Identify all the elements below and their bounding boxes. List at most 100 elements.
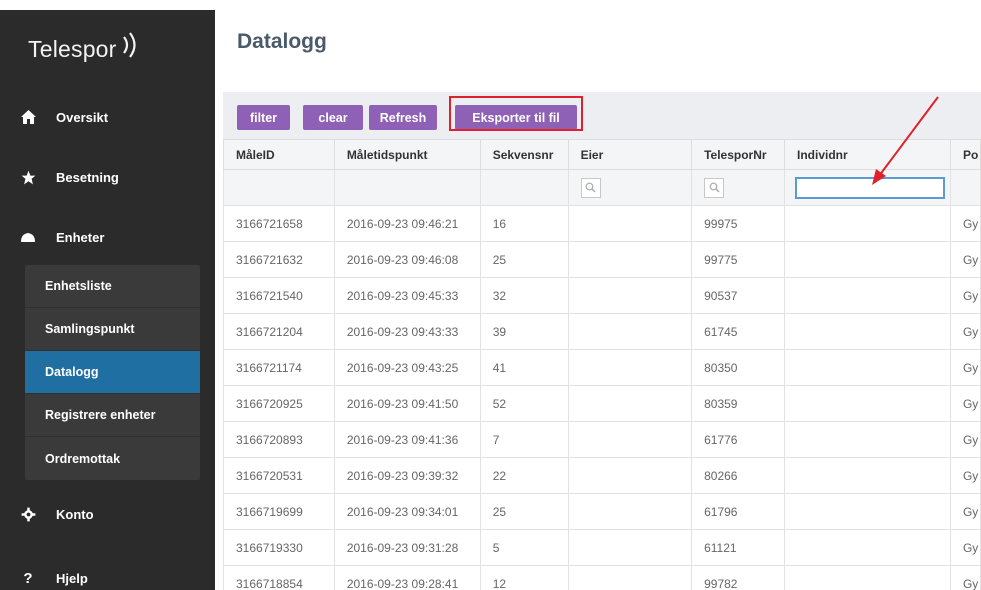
filter-row bbox=[223, 169, 981, 206]
cell-sekvensnr: 12 bbox=[479, 565, 569, 590]
cell-maleid: 3166721658 bbox=[223, 205, 335, 242]
cell-po: Gy bbox=[949, 421, 981, 458]
cell-eier bbox=[567, 349, 693, 386]
cell-eier bbox=[567, 565, 693, 590]
nav-item-hjelp[interactable]: ? Hjelp bbox=[0, 550, 215, 590]
table-row[interactable]: 3166718854 2016-09-23 09:28:41 12 99782 Gy bbox=[223, 565, 981, 590]
col-header-maletidspunkt[interactable]: Måletidspunkt bbox=[333, 139, 481, 170]
sub-item-samlingspunkt[interactable]: Samlingspunkt bbox=[25, 308, 200, 351]
nav-label-besetning: Besetning bbox=[56, 169, 119, 185]
cell-maleid: 3166721204 bbox=[223, 313, 335, 350]
col-header-maleid[interactable]: MåleID bbox=[223, 139, 335, 170]
nav-item-enheter[interactable]: Enheter bbox=[0, 209, 215, 265]
nav-item-besetning[interactable]: Besetning bbox=[0, 149, 215, 205]
table-row[interactable]: 3166721174 2016-09-23 09:43:25 41 80350 Gy bbox=[223, 349, 981, 386]
sub-item-datalogg[interactable]: Datalogg bbox=[25, 351, 200, 394]
table-row[interactable]: 3166721632 2016-09-23 09:46:08 25 99775 Gy bbox=[223, 241, 981, 278]
cell-telespornr: 90537 bbox=[691, 277, 785, 314]
table-row[interactable]: 3166719699 2016-09-23 09:34:01 25 61796 Gy bbox=[223, 493, 981, 530]
cell-sekvensnr: 7 bbox=[479, 421, 569, 458]
table-row[interactable]: 3166720531 2016-09-23 09:39:32 22 80266 Gy bbox=[223, 457, 981, 494]
cell-maletidspunkt: 2016-09-23 09:41:50 bbox=[333, 385, 481, 422]
cell-sekvensnr: 22 bbox=[479, 457, 569, 494]
sidebar: Telespor Oversikt Besetning Enheter Enhe… bbox=[0, 10, 215, 590]
cell-maletidspunkt: 2016-09-23 09:31:28 bbox=[333, 529, 481, 566]
cell-maleid: 3166719330 bbox=[223, 529, 335, 566]
table-row[interactable]: 3166721540 2016-09-23 09:45:33 32 90537 Gy bbox=[223, 277, 981, 314]
cell-maletidspunkt: 2016-09-23 09:45:33 bbox=[333, 277, 481, 314]
col-header-individnr[interactable]: Individnr bbox=[783, 139, 951, 170]
cell-eier bbox=[567, 241, 693, 278]
nav-item-oversikt[interactable]: Oversikt bbox=[0, 89, 215, 145]
cell-sekvensnr: 41 bbox=[479, 349, 569, 386]
brand-name: Telespor bbox=[28, 36, 117, 62]
cell-po: Gy bbox=[949, 457, 981, 494]
cell-individnr bbox=[783, 313, 951, 350]
cell-po: Gy bbox=[949, 313, 981, 350]
cell-telespornr: 99782 bbox=[691, 565, 785, 590]
brand-logo[interactable]: Telespor bbox=[0, 10, 215, 89]
individnr-filter-input[interactable] bbox=[794, 176, 945, 199]
cell-individnr bbox=[783, 241, 951, 278]
cell-individnr bbox=[783, 529, 951, 566]
cell-individnr bbox=[783, 565, 951, 590]
col-header-sekvensnr[interactable]: Sekvensnr bbox=[479, 139, 569, 170]
table-row[interactable]: 3166719330 2016-09-23 09:31:28 5 61121 Gy bbox=[223, 529, 981, 566]
table-row[interactable]: 3166720925 2016-09-23 09:41:50 52 80359 Gy bbox=[223, 385, 981, 422]
cell-sekvensnr: 32 bbox=[479, 277, 569, 314]
cell-sekvensnr: 39 bbox=[479, 313, 569, 350]
cell-po: Gy bbox=[949, 529, 981, 566]
cell-maleid: 3166721540 bbox=[223, 277, 335, 314]
cell-maletidspunkt: 2016-09-23 09:39:32 bbox=[333, 457, 481, 494]
telespornr-search-icon[interactable] bbox=[704, 177, 725, 198]
refresh-button[interactable]: Refresh bbox=[369, 105, 437, 130]
home-icon bbox=[20, 109, 36, 125]
table-row[interactable]: 3166721658 2016-09-23 09:46:21 16 99975 Gy bbox=[223, 205, 981, 242]
devices-icon bbox=[20, 229, 36, 245]
star-icon bbox=[20, 169, 36, 185]
sub-item-enhetsliste[interactable]: Enhetsliste bbox=[25, 265, 200, 308]
filter-button[interactable]: filter bbox=[237, 105, 290, 130]
cell-po: Gy bbox=[949, 493, 981, 530]
col-header-po[interactable]: Po bbox=[949, 139, 981, 170]
cell-individnr bbox=[783, 385, 951, 422]
gear-icon bbox=[20, 506, 36, 522]
cell-maleid: 3166721174 bbox=[223, 349, 335, 386]
sub-item-registrere-enheter[interactable]: Registrere enheter bbox=[25, 394, 200, 437]
cell-telespornr: 61776 bbox=[691, 421, 785, 458]
cell-telespornr: 99775 bbox=[691, 241, 785, 278]
nav-label-hjelp: Hjelp bbox=[56, 570, 88, 586]
nav-label-enheter: Enheter bbox=[56, 229, 105, 245]
page-title: Datalogg bbox=[237, 30, 327, 53]
cell-individnr bbox=[783, 421, 951, 458]
cell-sekvensnr: 52 bbox=[479, 385, 569, 422]
col-header-eier[interactable]: Eier bbox=[567, 139, 693, 170]
cell-individnr bbox=[783, 205, 951, 242]
cell-maletidspunkt: 2016-09-23 09:43:33 bbox=[333, 313, 481, 350]
cell-eier bbox=[567, 457, 693, 494]
cell-telespornr: 61745 bbox=[691, 313, 785, 350]
cell-po: Gy bbox=[949, 277, 981, 314]
eier-search-icon[interactable] bbox=[580, 177, 601, 198]
cell-po: Gy bbox=[949, 349, 981, 386]
enheter-submenu: Enhetsliste Samlingspunkt Datalogg Regis… bbox=[25, 265, 200, 480]
cell-eier bbox=[567, 529, 693, 566]
cell-individnr bbox=[783, 277, 951, 314]
clear-button[interactable]: clear bbox=[303, 105, 363, 130]
nav-label-konto: Konto bbox=[56, 506, 94, 522]
table-row[interactable]: 3166720893 2016-09-23 09:41:36 7 61776 Gy bbox=[223, 421, 981, 458]
toolbar: filter clear Refresh Eksporter til fil bbox=[223, 92, 981, 142]
sub-item-ordremottak[interactable]: Ordremottak bbox=[25, 437, 200, 480]
cell-maletidspunkt: 2016-09-23 09:46:08 bbox=[333, 241, 481, 278]
table-row[interactable]: 3166721204 2016-09-23 09:43:33 39 61745 Gy bbox=[223, 313, 981, 350]
col-header-telespornr[interactable]: TelesporNr bbox=[691, 139, 785, 170]
cell-maletidspunkt: 2016-09-23 09:43:25 bbox=[333, 349, 481, 386]
nav-item-konto[interactable]: Konto bbox=[0, 486, 215, 542]
cell-telespornr: 80359 bbox=[691, 385, 785, 422]
cell-maleid: 3166721632 bbox=[223, 241, 335, 278]
cell-eier bbox=[567, 205, 693, 242]
question-icon: ? bbox=[23, 569, 33, 587]
cell-telespornr: 99975 bbox=[691, 205, 785, 242]
cell-eier bbox=[567, 385, 693, 422]
cell-maleid: 3166720531 bbox=[223, 457, 335, 494]
